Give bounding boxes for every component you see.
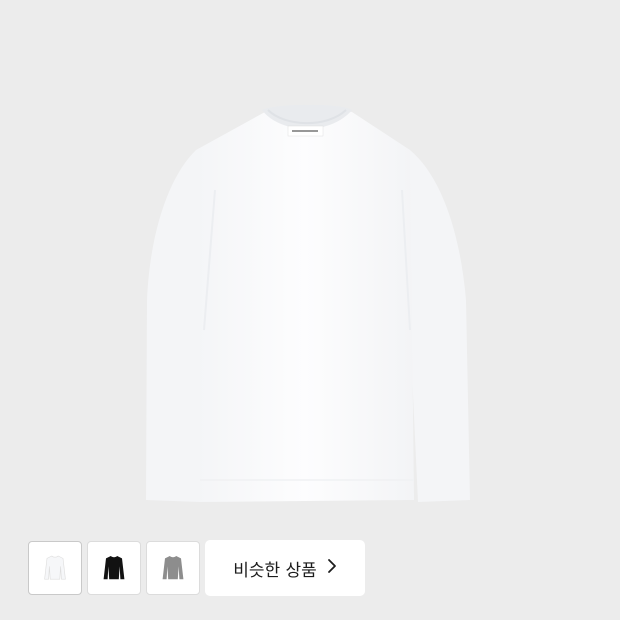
thumbnail-white[interactable]	[28, 541, 82, 595]
tshirt-white-icon	[44, 555, 66, 580]
product-image-viewer: 비슷한 상품	[0, 0, 620, 620]
thumbnail-gray[interactable]	[146, 541, 200, 595]
chevron-right-icon	[327, 558, 337, 579]
similar-products-button[interactable]: 비슷한 상품	[205, 540, 365, 596]
product-main-image[interactable]	[0, 0, 620, 620]
tshirt-black-icon	[103, 556, 125, 580]
thumbnail-black[interactable]	[87, 541, 141, 595]
thumbnail-row: 비슷한 상품	[28, 540, 365, 596]
long-sleeve-tshirt-icon	[146, 104, 470, 502]
tshirt-gray-icon	[162, 556, 184, 580]
similar-products-label: 비슷한 상품	[233, 560, 317, 581]
